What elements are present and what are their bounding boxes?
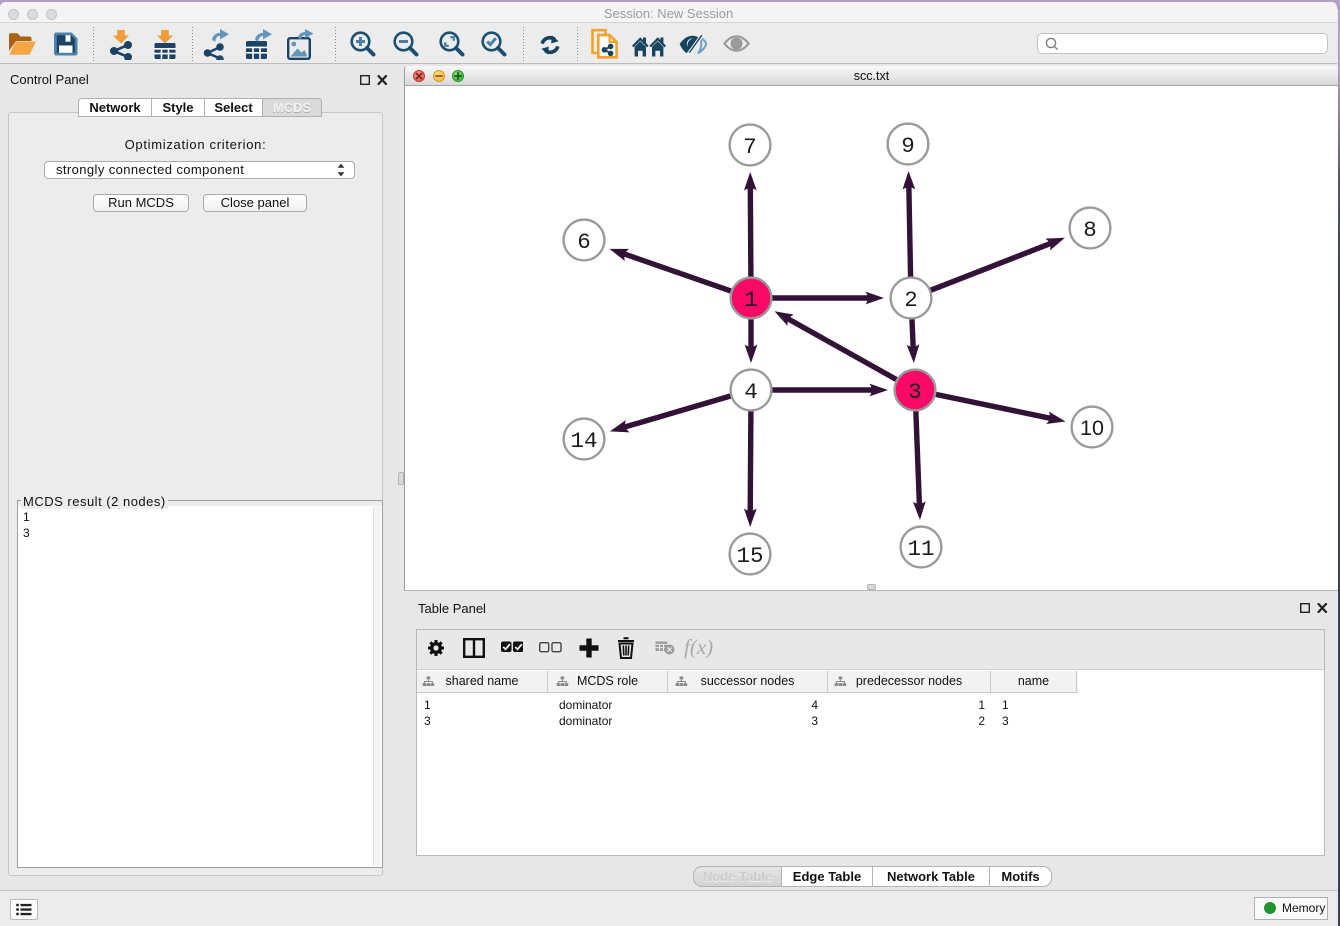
svg-text:2: 2 [904,287,918,313]
svg-text:11: 11 [907,536,934,562]
svg-text:10: 10 [1080,416,1104,440]
svg-text:3: 3 [908,379,922,405]
svg-text:14: 14 [570,428,597,454]
svg-text:6: 6 [577,229,591,255]
svg-text:9: 9 [901,133,915,159]
svg-text:7: 7 [743,134,757,160]
svg-text:15: 15 [736,543,763,569]
svg-text:1: 1 [744,287,758,313]
svg-text:4: 4 [744,379,758,405]
svg-text:8: 8 [1083,217,1097,243]
